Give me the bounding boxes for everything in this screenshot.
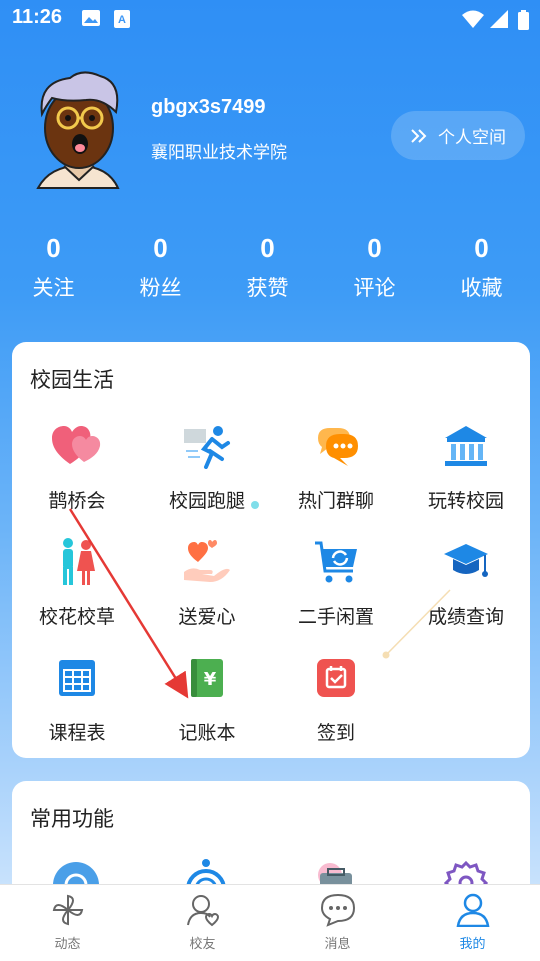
nav-item-alumni[interactable]: 校友	[135, 885, 270, 961]
nav-label: 校友	[189, 937, 216, 952]
stat-comments[interactable]: 0 评论	[321, 230, 428, 302]
pinwheel-icon	[52, 894, 83, 926]
grid-item-label: 校花校草	[38, 606, 115, 628]
grid-item-label: 成绩查询	[427, 606, 504, 628]
stat-favorites[interactable]: 0 收藏	[428, 230, 535, 302]
battery-icon	[518, 10, 529, 30]
grid-item-magpie-bridge[interactable]: 鹊桥会	[12, 418, 142, 513]
status-bar: 11:26 A	[0, 0, 540, 38]
accessibility-a-icon: A	[114, 10, 130, 28]
grid-item-label: 校园跑腿	[168, 490, 245, 512]
person-icon	[456, 893, 489, 928]
grid-item-timetable[interactable]: 课程表	[12, 650, 142, 745]
svg-text:A: A	[118, 14, 126, 26]
user-heart-icon	[186, 895, 219, 927]
stat-value: 0	[153, 233, 168, 263]
common-functions-title: 常用功能	[30, 807, 114, 831]
stats-row: 0 关注 0 粉丝 0 获赞 0 评论 0 收藏	[0, 230, 540, 302]
stat-value: 0	[46, 233, 61, 263]
grid-item-label: 鹊桥会	[48, 490, 106, 512]
nav-item-mine[interactable]: 我的	[405, 885, 540, 961]
grid-item-checkin[interactable]: 签到	[271, 650, 401, 745]
bottom-nav: 动态 校友 消息 我的	[0, 884, 540, 961]
chat-bubbles-icon	[318, 428, 358, 466]
personal-space-label: 个人空间	[438, 128, 506, 148]
ledger-icon: ¥	[191, 659, 223, 697]
stat-label: 收藏	[460, 276, 503, 300]
avatar[interactable]	[30, 68, 128, 194]
grid-item-second-hand[interactable]: 二手闲置	[271, 534, 401, 629]
stat-likes[interactable]: 0 获赞	[214, 230, 321, 302]
grid-item-errand[interactable]: 校园跑腿	[142, 418, 272, 513]
hand-heart-icon	[184, 540, 230, 582]
svg-text:¥: ¥	[204, 669, 217, 690]
campus-building-icon	[445, 426, 487, 466]
campus-life-title: 校园生活	[30, 368, 114, 392]
wifi-icon	[462, 10, 484, 28]
calendar-grid-icon	[59, 660, 95, 696]
stat-label: 粉丝	[139, 276, 182, 300]
signal-icon	[490, 10, 508, 28]
graduation-cap-icon	[444, 544, 488, 577]
status-time: 11:26	[12, 6, 63, 28]
checkin-calendar-icon	[317, 659, 355, 697]
message-icon	[320, 893, 355, 927]
grid-item-label: 玩转校园	[427, 490, 504, 512]
username: gbgx3s7499	[151, 96, 266, 118]
nav-label: 动态	[54, 937, 81, 952]
cart-icon	[315, 541, 357, 583]
grid-item-ledger[interactable]: ¥ 记账本	[142, 650, 272, 745]
stat-value: 0	[367, 233, 382, 263]
stat-fans[interactable]: 0 粉丝	[107, 230, 214, 302]
image-icon	[82, 10, 100, 26]
grid-item-label: 二手闲置	[297, 606, 374, 628]
nav-label: 消息	[324, 937, 351, 952]
hearts-icon	[52, 426, 101, 464]
runner-icon	[184, 426, 230, 469]
couple-icon	[63, 538, 95, 585]
stat-label: 获赞	[246, 276, 289, 300]
grid-item-label: 记账本	[178, 722, 236, 744]
school-name: 襄阳职业技术学院	[151, 143, 287, 163]
stat-following[interactable]: 0 关注	[0, 230, 107, 302]
grid-item-send-love[interactable]: 送爱心	[142, 534, 272, 629]
campus-life-card: 校园生活 鹊桥会 校园跑腿 热门群聊 玩转校园 校花校草 送爱心 二手闲置 成绩…	[12, 342, 530, 758]
nav-item-messages[interactable]: 消息	[270, 885, 405, 961]
grid-item-campus-beauty[interactable]: 校花校草	[12, 534, 142, 629]
grid-item-label: 签到	[316, 722, 355, 744]
stat-label: 关注	[32, 276, 75, 300]
nav-label: 我的	[459, 937, 486, 952]
personal-space-button[interactable]: 个人空间	[391, 111, 525, 160]
stat-label: 评论	[353, 276, 396, 300]
stat-value: 0	[474, 233, 489, 263]
grid-item-label: 送爱心	[178, 606, 236, 628]
grid-item-label: 热门群聊	[297, 490, 374, 512]
nav-item-feed[interactable]: 动态	[0, 885, 135, 961]
grid-item-grade-query[interactable]: 成绩查询	[401, 534, 531, 629]
grid-item-label: 课程表	[48, 722, 106, 744]
grid-item-campus-tour[interactable]: 玩转校园	[401, 418, 531, 513]
stat-value: 0	[260, 233, 275, 263]
grid-item-hot-chat[interactable]: 热门群聊	[271, 418, 401, 513]
double-chevron-right-icon	[411, 128, 427, 143]
